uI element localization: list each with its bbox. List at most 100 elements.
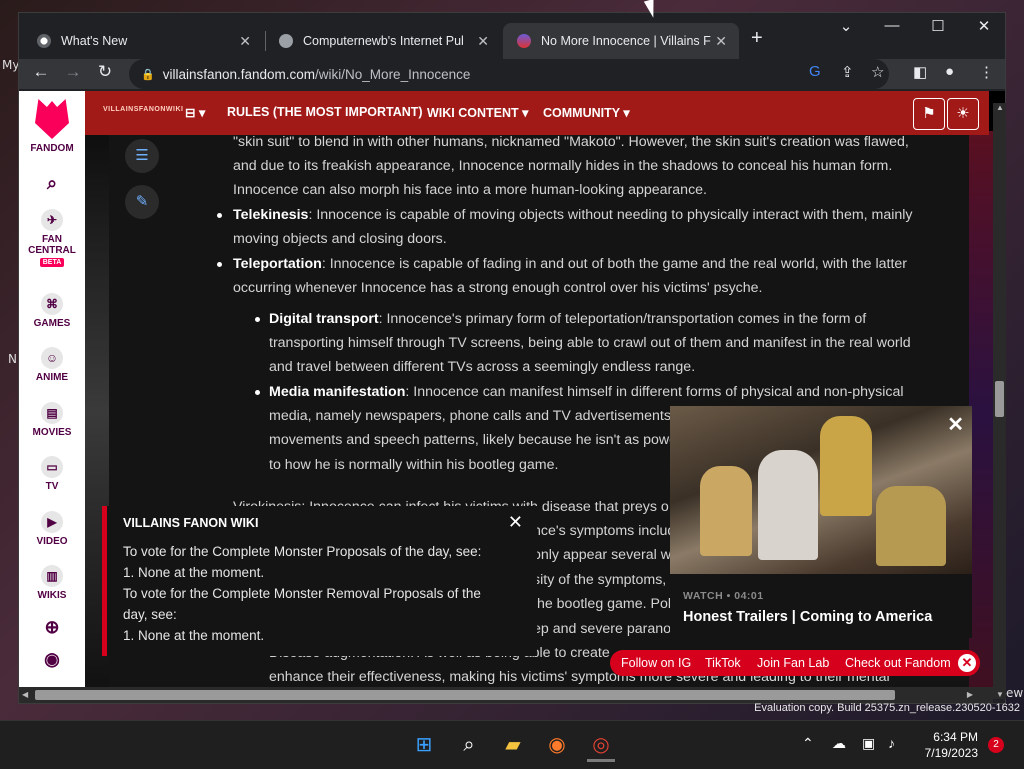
- clock[interactable]: 6:34 PM 7/19/2023: [918, 729, 978, 761]
- discussions-button[interactable]: ⚑: [913, 98, 945, 130]
- nav-rules[interactable]: RULES (THE MOST IMPORTANT): [227, 105, 423, 119]
- term-teleportation[interactable]: Teleportation: [233, 256, 322, 272]
- user-account-icon[interactable]: ◉: [19, 649, 85, 670]
- scroll-right-icon[interactable]: ▶: [967, 690, 973, 699]
- address-bar[interactable]: 🔒 villainsfanon.fandom.com/wiki/No_More_…: [129, 59, 889, 89]
- tab-no-more-innocence[interactable]: No More Innocence | Villains Fan ✕: [503, 23, 739, 59]
- rail-games[interactable]: ⌘ GAMES: [19, 293, 85, 329]
- video-player[interactable]: ✕ WATCH • 04:01 Honest Trailers | Coming…: [670, 406, 972, 638]
- file-explorer-icon[interactable]: ▰: [499, 731, 527, 759]
- line-text: : Innocence is capable of moving objects…: [308, 207, 913, 223]
- close-notice-icon[interactable]: ✕: [508, 512, 523, 533]
- url-text: villainsfanon.fandom.com/wiki/No_More_In…: [163, 67, 471, 82]
- wiki-logo[interactable]: VILLAINSFANONWIKI: [103, 106, 183, 113]
- explore-menu-icon[interactable]: ⊟ ▾: [185, 105, 205, 120]
- edit-icon[interactable]: ✎: [125, 185, 159, 219]
- check-out-fandom-link[interactable]: Check out Fandom: [845, 656, 951, 670]
- search-icon[interactable]: ⌕: [455, 731, 483, 759]
- scroll-up-icon[interactable]: ▲: [996, 103, 1004, 112]
- wiki-notice-box: VILLAINS FANON WIKI ✕ To vote for the Co…: [102, 506, 537, 656]
- forward-icon[interactable]: →: [61, 62, 85, 82]
- nav-wiki-content[interactable]: WIKI CONTENT ▾: [427, 105, 528, 120]
- maximize-button[interactable]: ☐: [915, 17, 961, 35]
- scroll-down-icon[interactable]: ▼: [996, 690, 1004, 699]
- firefox-icon[interactable]: ◉: [543, 731, 571, 759]
- article-line: sity of the symptoms, th: [533, 572, 683, 588]
- article-line: occurring whenever Innocence has a stron…: [233, 280, 763, 296]
- network-icon[interactable]: ▣: [862, 735, 875, 752]
- windows-start-icon[interactable]: ⊞: [410, 731, 438, 759]
- toolbar: ← → ↻ 🔒 villainsfanon.fandom.com/wiki/No…: [19, 59, 1005, 89]
- tab-whats-new[interactable]: What's New ✕: [23, 23, 263, 59]
- term-telekinesis[interactable]: Telekinesis: [233, 207, 308, 223]
- volume-icon[interactable]: ♪: [888, 735, 895, 751]
- minimize-button[interactable]: —: [869, 17, 915, 34]
- bookmark-star-icon[interactable]: ☆: [871, 63, 884, 81]
- join-fan-lab-link[interactable]: Join Fan Lab: [757, 656, 829, 670]
- close-window-button[interactable]: ✕: [961, 17, 1007, 35]
- video-thumbnail[interactable]: [670, 406, 972, 574]
- rail-video[interactable]: ▶ VIDEO: [19, 511, 85, 547]
- tab-search-icon[interactable]: ⌄: [823, 17, 869, 35]
- rail-fan-central[interactable]: ✈ FAN CENTRAL BETA: [19, 209, 85, 267]
- create-wiki-icon[interactable]: ⊕: [19, 617, 85, 638]
- scroll-thumb[interactable]: [995, 381, 1004, 417]
- menu-icon[interactable]: ⋮: [979, 63, 994, 81]
- chrome-icon[interactable]: ◎: [587, 731, 615, 762]
- video-title[interactable]: Honest Trailers | Coming to America: [683, 609, 932, 625]
- nav-community[interactable]: COMMUNITY ▾: [543, 105, 630, 120]
- nav-label: WIKI CONTENT: [427, 106, 519, 120]
- nav-label: COMMUNITY: [543, 106, 620, 120]
- rail-label: TV: [45, 481, 59, 492]
- article-line: Digital transport: Innocence's primary f…: [269, 307, 866, 332]
- show-hidden-icons[interactable]: ⌃: [802, 735, 814, 752]
- table-of-contents-icon[interactable]: ☰: [125, 139, 159, 173]
- share-icon[interactable]: ⇪: [841, 63, 854, 81]
- bullet: [217, 262, 222, 267]
- close-video-icon[interactable]: ✕: [947, 412, 964, 437]
- scroll-left-icon[interactable]: ◀: [22, 690, 28, 699]
- horizontal-scrollbar[interactable]: ◀ ▶: [19, 687, 993, 703]
- cloud-offline-icon[interactable]: ☁: [832, 735, 846, 752]
- new-tab-button[interactable]: +: [751, 27, 763, 50]
- close-tab-icon[interactable]: ✕: [715, 33, 727, 50]
- scroll-thumb[interactable]: [35, 690, 895, 700]
- rail-label: VIDEO: [36, 536, 68, 547]
- date: 7/19/2023: [924, 746, 978, 760]
- follow-ig-link[interactable]: Follow on IG: [621, 656, 691, 670]
- video-duration: WATCH • 04:01: [683, 590, 764, 602]
- term-digital-transport[interactable]: Digital transport: [269, 311, 379, 327]
- profile-icon[interactable]: ●: [945, 63, 954, 80]
- rail-tv[interactable]: ▭ TV: [19, 456, 85, 492]
- notification-badge[interactable]: 2: [988, 737, 1004, 753]
- wiki-navigation: VILLAINSFANONWIKI ⊟ ▾ RULES (THE MOST IM…: [85, 91, 989, 135]
- tiktok-link[interactable]: TikTok: [705, 656, 741, 670]
- beta-badge: BETA: [39, 258, 65, 267]
- fandom-logo[interactable]: FANDOM: [19, 99, 85, 154]
- vertical-scrollbar[interactable]: ▲ ▼: [993, 103, 1006, 699]
- desktop-label: My: [2, 58, 20, 72]
- close-tab-icon[interactable]: ✕: [477, 33, 489, 50]
- article-line: only appear several wee: [533, 547, 687, 563]
- bullet: [217, 213, 222, 218]
- rail-wikis[interactable]: ▥ WIKIS: [19, 565, 85, 601]
- theme-toggle-button[interactable]: ☀: [947, 98, 979, 130]
- anime-face-icon: ☺: [41, 347, 63, 369]
- search-icon[interactable]: ⌕: [19, 173, 85, 194]
- line-text: : Innocence can manifest himself in diff…: [405, 384, 904, 400]
- evaluation-watermark: Evaluation copy. Build 25375.zn_release.…: [754, 702, 1020, 714]
- back-icon[interactable]: ←: [29, 62, 53, 82]
- tab-computernewb[interactable]: Computernewb's Internet Pub H ✕: [265, 23, 501, 59]
- reload-icon[interactable]: ↻: [93, 62, 117, 82]
- tab-title: What's New: [61, 34, 128, 48]
- article-line: "skin suit" to blend in with other human…: [233, 134, 909, 150]
- bullet: [255, 317, 260, 322]
- google-lens-icon[interactable]: G: [809, 63, 821, 80]
- rail-movies[interactable]: ▤ MOVIES: [19, 402, 85, 438]
- play-icon: ▶: [41, 511, 63, 533]
- close-tab-icon[interactable]: ✕: [239, 33, 251, 50]
- term-media-manifestation[interactable]: Media manifestation: [269, 384, 405, 400]
- side-panel-icon[interactable]: ◧: [913, 63, 927, 81]
- close-promo-icon[interactable]: ✕: [958, 654, 976, 672]
- rail-anime[interactable]: ☺ ANIME: [19, 347, 85, 383]
